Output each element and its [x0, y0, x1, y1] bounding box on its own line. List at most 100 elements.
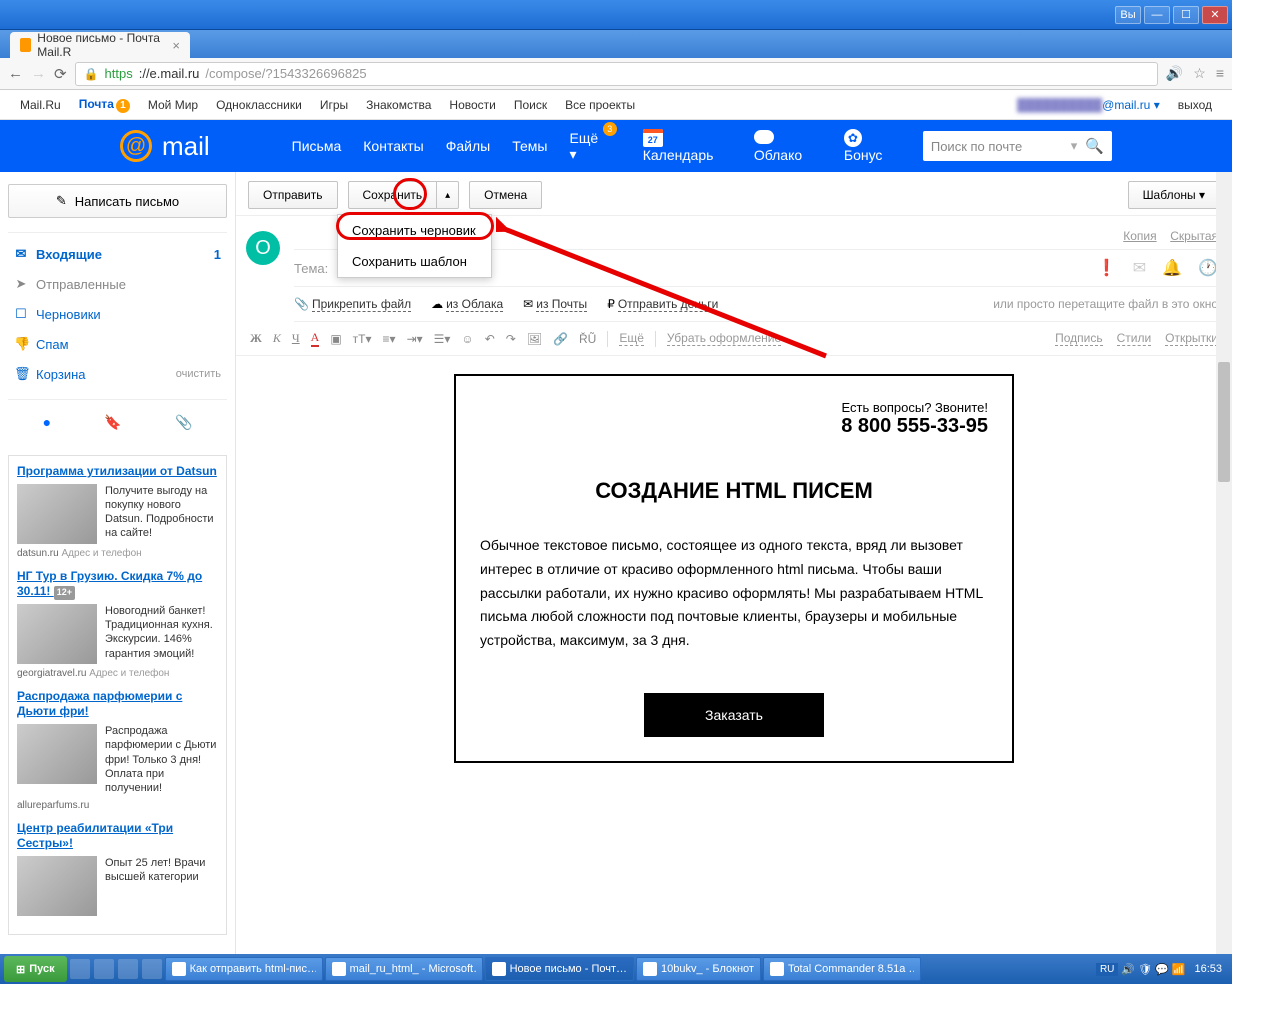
logo[interactable]: @ mail [120, 130, 210, 162]
cc-link[interactable]: Копия [1123, 229, 1156, 243]
save-draft-item[interactable]: Сохранить черновик [338, 215, 491, 246]
nav-calendar[interactable]: 27Календарь [643, 129, 732, 163]
bcc-link[interactable]: Скрытая [1170, 229, 1218, 243]
nav-letters[interactable]: Письма [292, 138, 342, 154]
folder-item[interactable]: 👎Спам [8, 329, 227, 359]
tray-icon[interactable]: 🛡 [1138, 963, 1152, 976]
schedule-icon[interactable]: 🕐 [1198, 258, 1218, 278]
fontsize-btn[interactable]: тТ▾ [353, 332, 372, 346]
window-minimize-btn[interactable]: — [1144, 6, 1170, 24]
send-money-link[interactable]: Отправить деньги [618, 297, 718, 312]
portal-link[interactable]: Мой Мир [148, 98, 198, 112]
nav-cloud[interactable]: Облако [754, 130, 822, 163]
attach-file-link[interactable]: Прикрепить файл [312, 297, 411, 312]
tray-icon[interactable]: 💬 [1155, 963, 1169, 976]
align-btn[interactable]: ≡▾ [383, 332, 396, 346]
ad-image[interactable] [17, 856, 97, 916]
folder-item[interactable]: 🗑Корзинаочистить [8, 359, 227, 389]
receipt-icon[interactable]: ✉ [1133, 258, 1146, 278]
email-cta-button[interactable]: Заказать [644, 693, 824, 737]
nav-contacts[interactable]: Контакты [363, 138, 423, 154]
redo-btn[interactable]: ↷ [506, 332, 516, 346]
save-dropdown-toggle[interactable]: ▴ [437, 181, 459, 209]
cancel-button[interactable]: Отмена [469, 181, 542, 209]
portal-link[interactable]: Все проекты [565, 98, 635, 112]
back-button[interactable]: ← [8, 65, 23, 82]
url-field[interactable]: 🔒 https ://e.mail.ru /compose/?154332669… [75, 62, 1158, 86]
send-button[interactable]: Отправить [248, 181, 338, 209]
templates-button[interactable]: Шаблоны ▾ [1128, 181, 1220, 209]
link-btn[interactable]: 🔗 [553, 332, 568, 346]
signature-link[interactable]: Подпись [1055, 331, 1103, 346]
nav-bonus[interactable]: ✿Бонус [844, 129, 901, 163]
undo-btn[interactable]: ↶ [485, 332, 495, 346]
portal-link[interactable]: Знакомства [366, 98, 431, 112]
bgcolor-btn[interactable]: ▣ [330, 332, 341, 346]
attach-mail-link[interactable]: из Почты [536, 297, 587, 312]
taskbar-item[interactable]: mail_ru_html_ - Microsoft… [325, 957, 483, 981]
unread-filter-icon[interactable]: ● [43, 414, 51, 431]
clock[interactable]: 16:53 [1188, 963, 1228, 975]
italic-btn[interactable]: К [273, 331, 281, 346]
ad-title[interactable]: Центр реабилитации «Три Сестры»! [17, 821, 218, 852]
bold-btn[interactable]: Ж [250, 331, 262, 346]
lang-indicator[interactable]: RU [1096, 963, 1118, 976]
ad-image[interactable] [17, 724, 97, 784]
portal-link[interactable]: Игры [320, 98, 348, 112]
quicklaunch-icon[interactable] [70, 959, 90, 979]
notify-icon[interactable]: 🔔 [1162, 258, 1182, 278]
scrollbar[interactable] [1216, 172, 1232, 954]
search-input[interactable]: Поиск по почте ▾ 🔍 [923, 131, 1112, 161]
priority-icon[interactable]: ❗ [1097, 258, 1117, 278]
cards-link[interactable]: Открытки [1165, 331, 1218, 346]
ad-title[interactable]: Программа утилизации от Datsun [17, 464, 218, 480]
attach-filter-icon[interactable]: 📎 [175, 414, 192, 431]
ad-image[interactable] [17, 604, 97, 664]
reload-button[interactable]: ⟳ [54, 65, 67, 83]
fmt-more-link[interactable]: Ещё [619, 331, 644, 346]
nav-themes[interactable]: Темы [512, 138, 547, 154]
save-button[interactable]: Сохранить [348, 181, 438, 209]
quicklaunch-icon[interactable] [118, 959, 138, 979]
folder-item[interactable]: ☐Черновики [8, 299, 227, 329]
speaker-icon[interactable]: 🔊 [1166, 65, 1183, 82]
color-btn[interactable]: А [311, 330, 320, 347]
tray-icon[interactable]: 📶 [1172, 963, 1186, 976]
user-email[interactable]: ██████████@mail.ru ▾ [1017, 98, 1160, 112]
nav-files[interactable]: Файлы [446, 138, 490, 154]
portal-link[interactable]: Поиск [514, 98, 547, 112]
flagged-filter-icon[interactable]: 🔖 [104, 414, 121, 431]
styles-link[interactable]: Стили [1117, 331, 1152, 346]
fmt-clear-link[interactable]: Убрать оформление [667, 331, 781, 346]
list-btn[interactable]: ☰▾ [434, 332, 451, 346]
portal-link[interactable]: Mail.Ru [20, 98, 61, 112]
portal-link-mail[interactable]: Почта1 [79, 97, 130, 113]
start-button[interactable]: ⊞Пуск [4, 956, 67, 982]
compose-button[interactable]: ✎ Написать письмо [8, 184, 227, 218]
tray-icon[interactable]: 🔊 [1121, 963, 1135, 976]
folder-item[interactable]: ✉Входящие1 [8, 239, 227, 269]
logout-link[interactable]: выход [1178, 98, 1212, 112]
tab-close-icon[interactable]: × [172, 38, 180, 53]
window-maximize-btn[interactable]: ☐ [1173, 6, 1199, 24]
quicklaunch-icon[interactable] [94, 959, 114, 979]
attach-cloud-link[interactable]: из Облака [446, 297, 503, 312]
image-btn[interactable]: 🖼 [527, 332, 542, 346]
nav-more[interactable]: Ещё ▾3 [569, 130, 606, 163]
translit-btn[interactable]: ŘŨ [579, 332, 596, 346]
window-close-btn[interactable]: ✕ [1202, 6, 1228, 24]
ad-image[interactable] [17, 484, 97, 544]
ad-title[interactable]: НГ Тур в Грузию. Скидка 7% до 30.11! 12+ [17, 569, 218, 600]
portal-link[interactable]: Новости [449, 98, 495, 112]
forward-button[interactable]: → [31, 65, 46, 82]
underline-btn[interactable]: Ч [292, 331, 300, 346]
portal-link[interactable]: Одноклассники [216, 98, 302, 112]
editor-body[interactable]: Есть вопросы? Звоните! 8 800 555-33-95 С… [236, 356, 1232, 923]
browser-tab[interactable]: Новое письмо - Почта Mail.R × [10, 32, 190, 58]
folder-item[interactable]: ➤Отправленные [8, 269, 227, 299]
save-template-item[interactable]: Сохранить шаблон [338, 246, 491, 277]
taskbar-item[interactable]: 10bukv_ - Блокнот [636, 957, 761, 981]
emoji-btn[interactable]: ☺ [461, 332, 473, 346]
taskbar-item[interactable]: Новое письмо - Почт… [485, 957, 634, 981]
menu-icon[interactable]: ≡ [1216, 65, 1224, 82]
